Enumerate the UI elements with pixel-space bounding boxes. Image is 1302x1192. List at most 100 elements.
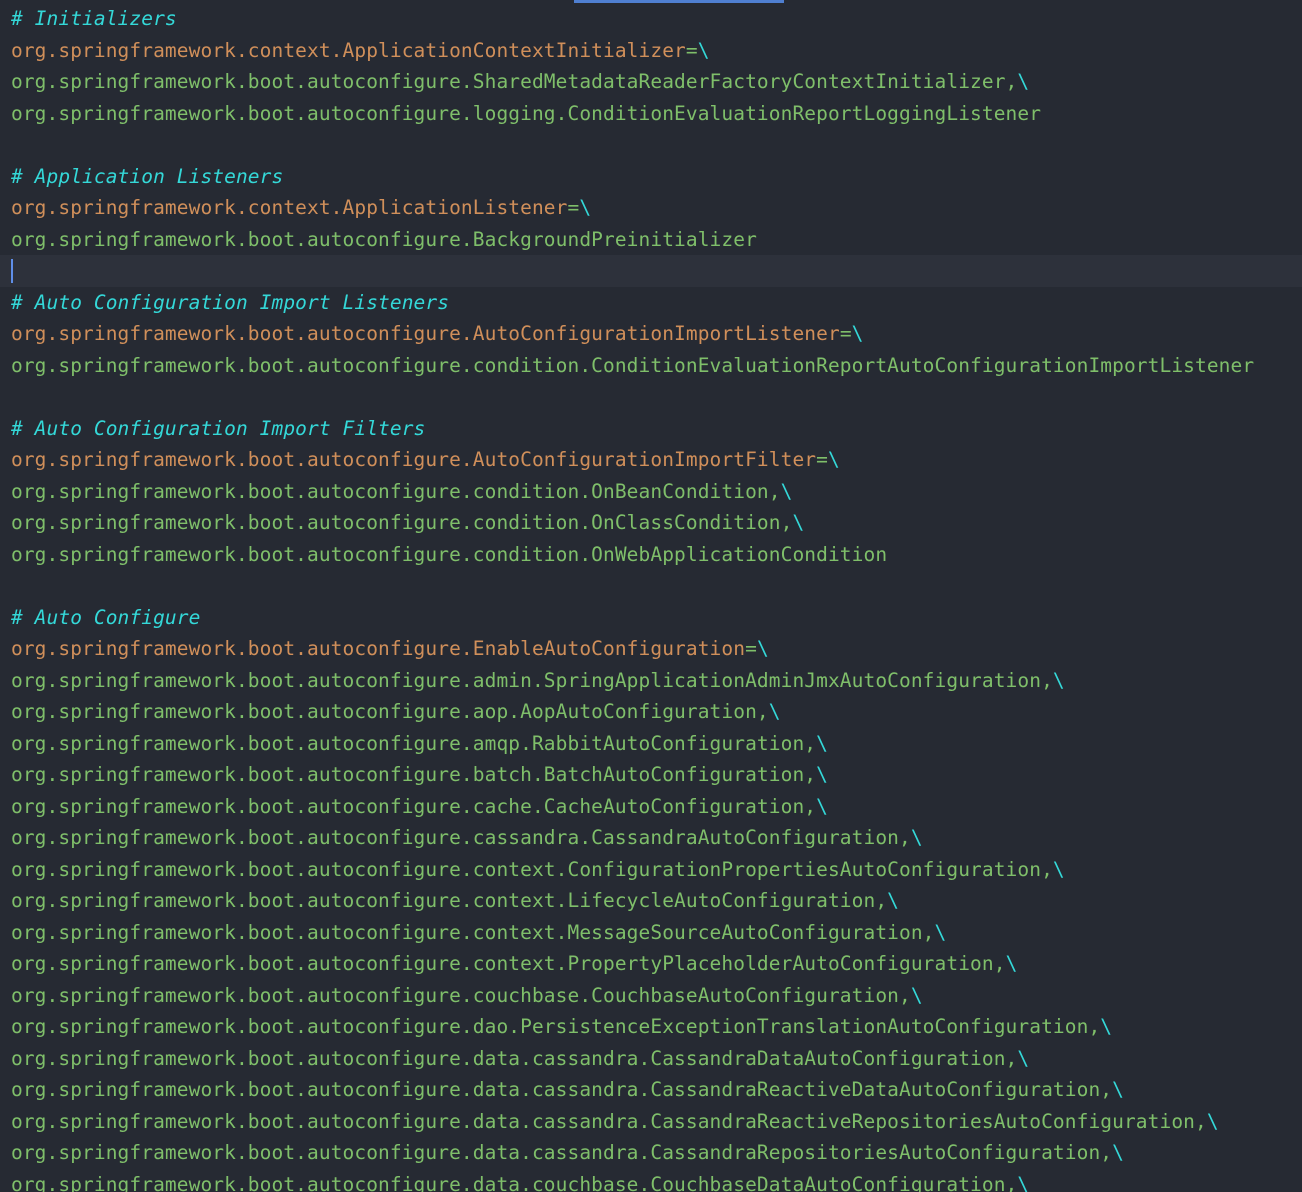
- property-key: org.springframework.boot.autoconfigure.A…: [11, 448, 817, 471]
- property-key-line[interactable]: org.springframework.boot.autoconfigure.A…: [0, 318, 1302, 350]
- property-value: org.springframework.boot.autoconfigure.c…: [11, 889, 888, 912]
- property-value-line[interactable]: org.springframework.boot.autoconfigure.c…: [0, 476, 1302, 508]
- blank-line[interactable]: [0, 129, 1302, 161]
- property-value: org.springframework.boot.autoconfigure.c…: [11, 353, 1255, 377]
- property-value: org.springframework.boot.autoconfigure.d…: [11, 1172, 1018, 1192]
- property-value: org.springframework.boot.autoconfigure.c…: [11, 542, 888, 566]
- line-continuation: \: [910, 826, 923, 849]
- line-continuation: \: [1100, 1015, 1113, 1038]
- line-continuation: \: [910, 983, 923, 1007]
- property-value-line[interactable]: org.springframework.boot.autoconfigure.c…: [0, 885, 1302, 917]
- property-key: org.springframework.boot.autoconfigure.E…: [11, 637, 746, 660]
- property-value: org.springframework.boot.autoconfigure.a…: [11, 668, 1053, 692]
- property-value-line[interactable]: org.springframework.boot.autoconfigure.B…: [0, 224, 1302, 256]
- property-value-line[interactable]: org.springframework.boot.autoconfigure.S…: [0, 66, 1302, 98]
- property-value-line[interactable]: org.springframework.boot.autoconfigure.c…: [0, 948, 1302, 980]
- comment-line[interactable]: # Initializers: [0, 3, 1302, 35]
- line-continuation: \: [887, 889, 900, 912]
- line-continuation: \: [1206, 1109, 1219, 1133]
- property-value-line[interactable]: org.springframework.boot.autoconfigure.d…: [0, 1106, 1302, 1138]
- equals-sign: =: [567, 196, 580, 219]
- line-continuation: \: [697, 38, 710, 62]
- property-key-line[interactable]: org.springframework.boot.autoconfigure.A…: [0, 444, 1302, 476]
- line-continuation: \: [579, 196, 592, 219]
- comment-line[interactable]: # Auto Configure: [0, 602, 1302, 634]
- equals-sign: =: [745, 637, 757, 660]
- property-value-line[interactable]: org.springframework.boot.autoconfigure.c…: [0, 822, 1302, 854]
- property-key: org.springframework.context.ApplicationL…: [11, 196, 568, 219]
- property-value-line[interactable]: org.springframework.boot.autoconfigure.b…: [0, 759, 1302, 791]
- property-value-line[interactable]: org.springframework.boot.autoconfigure.d…: [0, 1169, 1302, 1192]
- property-value-line[interactable]: org.springframework.boot.autoconfigure.a…: [0, 665, 1302, 697]
- property-value: org.springframework.boot.autoconfigure.c…: [11, 952, 1006, 975]
- line-continuation: \: [756, 637, 769, 660]
- line-continuation: \: [851, 322, 864, 345]
- property-value-line[interactable]: org.springframework.boot.autoconfigure.a…: [0, 696, 1302, 728]
- line-continuation: \: [1005, 952, 1018, 975]
- line-continuation: \: [1112, 1141, 1124, 1164]
- current-line[interactable]: [0, 255, 1302, 287]
- property-value: org.springframework.boot.autoconfigure.c…: [11, 794, 817, 818]
- property-value: org.springframework.boot.autoconfigure.c…: [11, 920, 935, 944]
- line-continuation: \: [780, 479, 793, 503]
- property-value: org.springframework.boot.autoconfigure.B…: [11, 227, 757, 251]
- property-value-line[interactable]: org.springframework.boot.autoconfigure.c…: [0, 791, 1302, 823]
- equals-sign: =: [839, 322, 852, 345]
- property-value-line[interactable]: org.springframework.boot.autoconfigure.c…: [0, 539, 1302, 571]
- property-value-line[interactable]: org.springframework.boot.autoconfigure.c…: [0, 350, 1302, 382]
- line-continuation: \: [816, 731, 828, 755]
- property-value-line[interactable]: org.springframework.boot.autoconfigure.c…: [0, 917, 1302, 949]
- property-value: org.springframework.boot.autoconfigure.c…: [11, 479, 781, 503]
- property-value-line[interactable]: org.springframework.boot.autoconfigure.c…: [0, 507, 1302, 539]
- comment-text: # Application Listeners: [11, 164, 284, 188]
- line-continuation: \: [934, 920, 947, 944]
- property-key-line[interactable]: org.springframework.context.ApplicationC…: [0, 35, 1302, 67]
- property-value-line[interactable]: org.springframework.boot.autoconfigure.d…: [0, 1011, 1302, 1043]
- property-value-line[interactable]: org.springframework.boot.autoconfigure.a…: [0, 728, 1302, 760]
- property-key: org.springframework.boot.autoconfigure.A…: [11, 322, 840, 345]
- property-value-line[interactable]: org.springframework.boot.autoconfigure.d…: [0, 1043, 1302, 1075]
- property-key-line[interactable]: org.springframework.boot.autoconfigure.E…: [0, 633, 1302, 665]
- comment-line[interactable]: # Auto Configuration Import Listeners: [0, 287, 1302, 319]
- comment-line[interactable]: # Auto Configuration Import Filters: [0, 413, 1302, 445]
- property-value: org.springframework.boot.autoconfigure.d…: [11, 1078, 1113, 1101]
- property-value-line[interactable]: org.springframework.boot.autoconfigure.l…: [0, 98, 1302, 130]
- equals-sign: =: [685, 38, 698, 62]
- property-value: org.springframework.boot.autoconfigure.d…: [11, 1141, 1113, 1164]
- property-value-line[interactable]: org.springframework.boot.autoconfigure.d…: [0, 1074, 1302, 1106]
- line-continuation: \: [1052, 668, 1065, 692]
- property-value: org.springframework.boot.autoconfigure.c…: [11, 511, 793, 534]
- property-key: org.springframework.context.ApplicationC…: [11, 38, 686, 62]
- line-continuation: \: [1017, 70, 1030, 93]
- editor-lines[interactable]: # Initializers org.springframework.contex…: [0, 3, 1302, 1192]
- property-value: org.springframework.boot.autoconfigure.d…: [11, 1046, 1018, 1070]
- line-continuation: \: [1017, 1046, 1030, 1070]
- property-value: org.springframework.boot.autoconfigure.d…: [11, 1109, 1207, 1133]
- property-value: org.springframework.boot.autoconfigure.c…: [11, 857, 1053, 881]
- equals-sign: =: [816, 448, 828, 471]
- blank-line[interactable]: [0, 570, 1302, 602]
- line-continuation: \: [1017, 1172, 1030, 1192]
- line-continuation: \: [816, 794, 828, 818]
- property-value: org.springframework.boot.autoconfigure.a…: [11, 731, 817, 755]
- property-key-line[interactable]: org.springframework.context.ApplicationL…: [0, 192, 1302, 224]
- comment-line[interactable]: # Application Listeners: [0, 161, 1302, 193]
- property-value: org.springframework.boot.autoconfigure.b…: [11, 763, 817, 786]
- property-value-line[interactable]: org.springframework.boot.autoconfigure.c…: [0, 854, 1302, 886]
- code-editor[interactable]: # Initializers org.springframework.contex…: [0, 0, 1302, 1192]
- property-value: org.springframework.boot.autoconfigure.d…: [11, 1015, 1101, 1038]
- blank-line[interactable]: [0, 381, 1302, 413]
- property-value: org.springframework.boot.autoconfigure.c…: [11, 826, 911, 849]
- property-value: org.springframework.boot.autoconfigure.a…: [11, 700, 769, 723]
- comment-text: # Auto Configuration Import Listeners: [11, 290, 450, 314]
- line-continuation: \: [1052, 857, 1065, 881]
- property-value-line[interactable]: org.springframework.boot.autoconfigure.c…: [0, 980, 1302, 1012]
- property-value-line[interactable]: org.springframework.boot.autoconfigure.d…: [0, 1137, 1302, 1169]
- comment-text: # Auto Configure: [11, 605, 201, 629]
- line-continuation: \: [768, 700, 781, 723]
- line-continuation: \: [827, 448, 840, 471]
- property-value: org.springframework.boot.autoconfigure.l…: [11, 101, 1042, 125]
- property-value: org.springframework.boot.autoconfigure.S…: [11, 70, 1018, 93]
- line-continuation: \: [1112, 1078, 1124, 1101]
- property-value: org.springframework.boot.autoconfigure.c…: [11, 983, 911, 1007]
